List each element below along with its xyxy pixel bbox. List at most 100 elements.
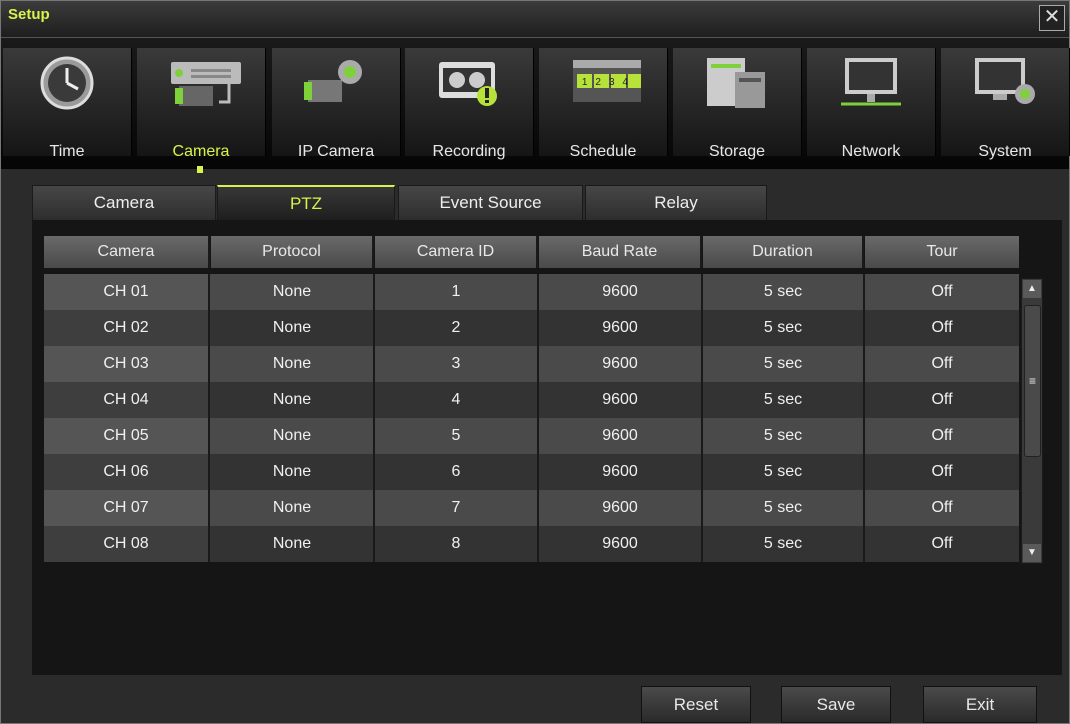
setup-window: Setup ✕ Time Camera IP Camera Recording … xyxy=(0,0,1070,724)
cell-tour[interactable]: Off xyxy=(865,418,1019,454)
table-scrollbar[interactable]: ▲ ≡ ▼ xyxy=(1021,278,1043,564)
cell-camera-id[interactable]: 4 xyxy=(375,382,539,418)
cell-protocol[interactable]: None xyxy=(211,454,375,490)
toolbar-item-time[interactable]: Time xyxy=(3,48,132,160)
table-row[interactable]: CH 02 None 2 9600 5 sec Off xyxy=(44,310,1019,346)
cell-protocol[interactable]: None xyxy=(211,382,375,418)
cell-protocol[interactable]: None xyxy=(211,310,375,346)
cell-tour[interactable]: Off xyxy=(865,310,1019,346)
cell-camera-id[interactable]: 7 xyxy=(375,490,539,526)
tab-event-source[interactable]: Event Source xyxy=(398,185,583,223)
cell-camera: CH 02 xyxy=(44,310,210,346)
storage-icon xyxy=(707,58,765,108)
toolbar-item-recording[interactable]: Recording xyxy=(405,48,534,160)
cell-tour[interactable]: Off xyxy=(865,382,1019,418)
system-icon xyxy=(975,58,1035,104)
column-header-camera-id: Camera ID xyxy=(375,236,538,268)
column-header-duration: Duration xyxy=(703,236,864,268)
network-icon xyxy=(841,58,901,106)
cell-camera: CH 08 xyxy=(44,526,210,562)
toolbar-item-schedule[interactable]: 1234 Schedule xyxy=(539,48,668,160)
toolbar-label: Storage xyxy=(708,143,766,160)
cell-camera-id[interactable]: 6 xyxy=(375,454,539,490)
cell-protocol[interactable]: None xyxy=(211,274,375,310)
cell-protocol[interactable]: None xyxy=(211,346,375,382)
cell-baud-rate[interactable]: 9600 xyxy=(539,454,703,490)
column-header-protocol: Protocol xyxy=(211,236,374,268)
cell-tour[interactable]: Off xyxy=(865,526,1019,562)
cell-camera-id[interactable]: 8 xyxy=(375,526,539,562)
setup-toolbar: Time Camera IP Camera Recording 1234 Sch… xyxy=(1,38,1070,173)
tab-camera[interactable]: Camera xyxy=(32,185,216,223)
table-row[interactable]: CH 01 None 1 9600 5 sec Off xyxy=(44,274,1019,310)
toolbar-label: Network xyxy=(841,143,901,160)
toolbar-item-storage[interactable]: Storage xyxy=(673,48,802,160)
toolbar-item-ip-camera[interactable]: IP Camera xyxy=(272,48,401,160)
cell-tour[interactable]: Off xyxy=(865,490,1019,526)
tab-ptz[interactable]: PTZ xyxy=(217,185,395,224)
toolbar-item-system[interactable]: System xyxy=(941,48,1070,160)
cell-baud-rate[interactable]: 9600 xyxy=(539,382,703,418)
save-button[interactable]: Save xyxy=(781,686,891,723)
cell-camera-id[interactable]: 3 xyxy=(375,346,539,382)
cell-camera-id[interactable]: 1 xyxy=(375,274,539,310)
cell-duration[interactable]: 5 sec xyxy=(703,274,865,310)
cell-baud-rate[interactable]: 9600 xyxy=(539,310,703,346)
toolbar-label: Camera xyxy=(172,143,230,160)
cell-duration[interactable]: 5 sec xyxy=(703,382,865,418)
column-header-camera: Camera xyxy=(44,236,210,268)
table-row[interactable]: CH 04 None 4 9600 5 sec Off xyxy=(44,382,1019,418)
table-row[interactable]: CH 05 None 5 9600 5 sec Off xyxy=(44,418,1019,454)
cell-baud-rate[interactable]: 9600 xyxy=(539,274,703,310)
scroll-down-button[interactable]: ▼ xyxy=(1023,544,1041,562)
schedule-icon: 1234 xyxy=(573,60,641,102)
cell-tour[interactable]: Off xyxy=(865,454,1019,490)
toolbar-label: Time xyxy=(49,143,85,160)
cell-baud-rate[interactable]: 9600 xyxy=(539,526,703,562)
table-row[interactable]: CH 03 None 3 9600 5 sec Off xyxy=(44,346,1019,382)
cell-tour[interactable]: Off xyxy=(865,274,1019,310)
cell-baud-rate[interactable]: 9600 xyxy=(539,346,703,382)
cell-protocol[interactable]: None xyxy=(211,526,375,562)
cell-protocol[interactable]: None xyxy=(211,490,375,526)
cell-camera-id[interactable]: 5 xyxy=(375,418,539,454)
cell-baud-rate[interactable]: 9600 xyxy=(539,490,703,526)
schedule-digits: 1234 xyxy=(582,77,636,88)
clock-icon xyxy=(40,56,94,110)
column-header-baud-rate: Baud Rate xyxy=(539,236,702,268)
cell-duration[interactable]: 5 sec xyxy=(703,346,865,382)
cell-baud-rate[interactable]: 9600 xyxy=(539,418,703,454)
cell-camera: CH 06 xyxy=(44,454,210,490)
toolbar-label: IP Camera xyxy=(297,143,375,160)
table-row[interactable]: CH 07 None 7 9600 5 sec Off xyxy=(44,490,1019,526)
cell-duration[interactable]: 5 sec xyxy=(703,310,865,346)
cell-camera-id[interactable]: 2 xyxy=(375,310,539,346)
close-button[interactable]: ✕ xyxy=(1039,5,1065,31)
toolbar-label: Schedule xyxy=(569,143,637,160)
column-header-tour: Tour xyxy=(865,236,1019,268)
camera-icon xyxy=(171,62,241,106)
cell-duration[interactable]: 5 sec xyxy=(703,454,865,490)
cell-tour[interactable]: Off xyxy=(865,346,1019,382)
scroll-thumb[interactable]: ≡ xyxy=(1024,305,1041,457)
table-row[interactable]: CH 08 None 8 9600 5 sec Off xyxy=(44,526,1019,562)
cell-camera: CH 04 xyxy=(44,382,210,418)
exit-button[interactable]: Exit xyxy=(923,686,1037,723)
toolbar-item-camera[interactable]: Camera xyxy=(137,48,266,173)
reset-button[interactable]: Reset xyxy=(641,686,751,723)
table-row[interactable]: CH 06 None 6 9600 5 sec Off xyxy=(44,454,1019,490)
tab-relay[interactable]: Relay xyxy=(585,185,767,223)
cell-camera: CH 01 xyxy=(44,274,210,310)
toolbar-item-network[interactable]: Network xyxy=(807,48,936,160)
ip-camera-icon xyxy=(304,60,362,102)
cell-camera: CH 03 xyxy=(44,346,210,382)
cell-duration[interactable]: 5 sec xyxy=(703,418,865,454)
cell-protocol[interactable]: None xyxy=(211,418,375,454)
cell-duration[interactable]: 5 sec xyxy=(703,526,865,562)
toolbar-label: System xyxy=(978,143,1032,160)
cell-duration[interactable]: 5 sec xyxy=(703,490,865,526)
scroll-up-button[interactable]: ▲ xyxy=(1023,280,1041,298)
recording-icon xyxy=(439,62,497,106)
window-title: Setup xyxy=(8,6,50,23)
ptz-panel: Camera Protocol Camera ID Baud Rate Dura… xyxy=(32,220,1062,675)
